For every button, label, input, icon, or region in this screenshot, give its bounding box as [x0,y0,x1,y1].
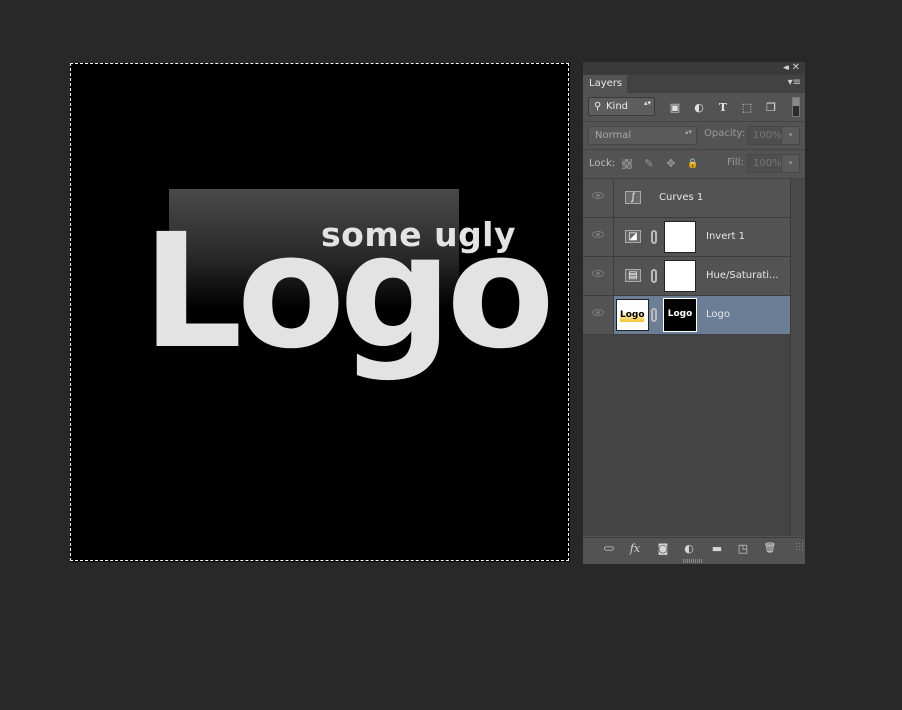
shape-filter-icon[interactable]: ⬚ [740,101,754,114]
document-canvas[interactable]: Logo some ugly [70,63,570,562]
image-filter-icon[interactable]: ▣ [668,101,682,114]
opacity-label: Opacity: [704,128,746,139]
layer-row-hue-saturation[interactable]: ▤ Hue/Saturati... [583,257,790,296]
invert-icon: ◪ [625,230,641,243]
layer-row-logo[interactable]: Logo Logo Logo [583,296,790,335]
eye-icon [592,192,604,199]
filter-toggle-switch[interactable] [792,97,800,117]
lock-label: Lock: [589,158,616,169]
mask-link-icon[interactable] [651,308,657,322]
lock-position-icon[interactable]: ✥ [665,158,677,170]
fill-value: 100% [753,158,782,169]
filter-kind-select[interactable]: ⚲ Kind ▴▾ [588,97,655,116]
thumbnail-text: Logo [620,308,645,322]
layer-row-curves[interactable]: ∫ Curves 1 [583,179,790,218]
blend-row: Normal ▴▾ Opacity: 100% ▾ [583,122,805,150]
layers-scrollbar[interactable] [791,179,805,536]
mask-thumbnail-text: Logo [667,309,693,319]
add-mask-icon[interactable]: ◙ [656,542,670,556]
lock-row: Lock: ✎ ✥ 🔒 Fill: 100% ▾ [583,150,805,179]
opacity-field[interactable]: 100% ▾ [747,126,800,145]
fill-dropdown-icon[interactable]: ▾ [781,155,799,172]
mask-link-icon[interactable] [651,269,657,283]
layer-name[interactable]: Hue/Saturati... [706,257,779,295]
search-icon: ⚲ [594,101,602,112]
visibility-toggle[interactable] [583,257,614,295]
layers-panel: ◂◂ ✕ Layers ▾≡ ⚲ Kind ▴▾ ▣ ◐ T ⬚ ❐ Norma… [583,62,805,564]
panel-bottom-toolbar: ⊂⊃ fx ◙ ◐ ▬ ◳ 🗑 [583,537,805,560]
tab-layers[interactable]: Layers [583,75,627,93]
layer-row-invert[interactable]: ◪ Invert 1 [583,218,790,257]
lock-transparent-icon[interactable] [622,159,632,169]
tagline-text: some ugly [321,215,517,254]
link-layers-icon[interactable]: ⊂⊃ [601,542,615,556]
visibility-toggle[interactable] [583,296,614,334]
layer-mask-thumbnail[interactable]: Logo [663,298,697,332]
adjustment-filter-icon[interactable]: ◐ [692,101,706,114]
eye-icon [592,270,604,277]
visibility-toggle[interactable] [583,179,614,217]
new-adjustment-icon[interactable]: ◐ [682,542,696,556]
type-filter-icon[interactable]: T [716,101,730,114]
new-layer-icon[interactable]: ◳ [736,542,750,556]
lock-all-icon[interactable]: 🔒 [687,158,699,170]
new-group-icon[interactable]: ▬ [710,542,724,556]
fill-label: Fill: [727,157,744,168]
eye-icon [592,309,604,316]
panel-menu-icon[interactable]: ▾≡ [788,78,801,88]
layers-list: ∫ Curves 1 ◪ Invert 1 ▤ Hue/Saturati... … [583,179,791,536]
opacity-dropdown-icon[interactable]: ▾ [781,127,799,144]
fill-field[interactable]: 100% ▾ [747,154,800,173]
layer-name[interactable]: Invert 1 [706,218,745,256]
layer-name[interactable]: Curves 1 [659,179,703,217]
close-icon[interactable]: ✕ [792,62,800,73]
smart-object-filter-icon[interactable]: ❐ [764,101,778,114]
hue-saturation-icon: ▤ [625,269,641,282]
filter-kind-label: Kind [606,101,629,112]
layer-mask-thumbnail[interactable] [664,260,696,292]
opacity-value: 100% [753,130,782,141]
layer-thumbnail[interactable]: Logo [616,299,649,331]
layer-name[interactable]: Logo [706,296,730,334]
visibility-toggle[interactable] [583,218,614,256]
updown-arrows-icon: ▴▾ [684,128,692,136]
curves-icon: ∫ [625,191,641,204]
panel-tabbar: Layers ▾≡ [583,75,805,93]
fx-icon[interactable]: fx [628,542,642,556]
mask-link-icon[interactable] [651,230,657,244]
lock-image-icon[interactable]: ✎ [643,158,655,170]
delete-layer-icon[interactable]: 🗑 [763,542,777,556]
layer-mask-thumbnail[interactable] [664,221,696,253]
filter-row: ⚲ Kind ▴▾ ▣ ◐ T ⬚ ❐ [583,93,805,122]
updown-arrows-icon: ▴▾ [643,99,651,107]
resize-grip-icon[interactable] [795,542,803,550]
eye-icon [592,231,604,238]
blend-mode-value: Normal [595,130,632,141]
panel-title-strip: ◂◂ ✕ [583,62,805,75]
blend-mode-select[interactable]: Normal ▴▾ [588,126,697,145]
panel-drag-handle[interactable] [683,559,703,563]
collapse-icon[interactable]: ◂◂ [783,63,789,73]
